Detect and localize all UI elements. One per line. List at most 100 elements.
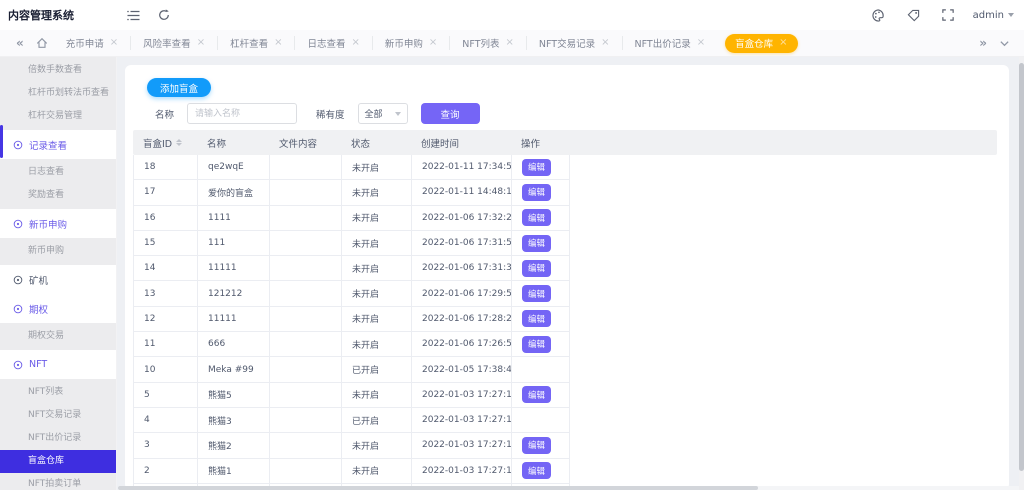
cell-id: 5	[134, 383, 198, 407]
topbar: 内容管理系统 admin	[0, 0, 1024, 30]
edit-button[interactable]: 编辑	[522, 437, 551, 454]
rarity-value: 全部	[365, 107, 383, 120]
sidebar-item[interactable]: 日志查看	[0, 161, 116, 184]
close-icon[interactable]: ×	[197, 38, 205, 48]
edit-button[interactable]: 编辑	[522, 310, 551, 327]
close-icon[interactable]: ×	[110, 38, 118, 48]
cell-id: 3	[134, 433, 198, 457]
tab-actions-icon[interactable]	[999, 38, 1010, 49]
sidebar-item-label: 记录查看	[29, 138, 67, 152]
sidebar-parent-item[interactable]: NFT	[0, 350, 116, 379]
column-header: 名称	[197, 136, 269, 150]
tab[interactable]: 杠杆查看×	[217, 36, 294, 50]
home-icon[interactable]	[36, 37, 48, 49]
theme-icon[interactable]	[872, 9, 885, 22]
sidebar-item[interactable]: 期权交易	[0, 325, 116, 348]
content: 添加盲盒 名称 稀有度 全部 查询 盲盒ID名称文件内容状态创建时间操作 18q…	[117, 57, 1024, 490]
sidebar-scrollbar[interactable]	[0, 125, 3, 158]
edit-button[interactable]: 编辑	[522, 462, 551, 479]
close-icon[interactable]: ×	[506, 38, 514, 48]
cell-time: 2022-01-03 17:27:12	[412, 433, 512, 457]
sidebar-item[interactable]: 杠杆币划转法币查看	[0, 82, 116, 105]
tab[interactable]: 盲盒仓库×	[725, 34, 797, 53]
rarity-select[interactable]: 全部	[358, 103, 408, 124]
name-input[interactable]	[187, 103, 297, 124]
edit-button[interactable]: 编辑	[522, 285, 551, 302]
column-label: 创建时间	[421, 136, 459, 150]
cell-actions: 编辑	[512, 281, 570, 305]
cell-name: 熊猫5	[198, 383, 270, 407]
refresh-icon[interactable]	[158, 9, 170, 21]
tab[interactable]: NFT列表×	[449, 36, 526, 50]
sidebar: 倍数手数查看杠杆币划转法币查看杠杆交易管理记录查看日志查看奖励查看新币申购新币申…	[0, 57, 117, 490]
cell-status: 已开启	[342, 357, 412, 381]
caret-down-icon	[1008, 13, 1014, 17]
sidebar-item[interactable]: 杠杆交易管理	[0, 105, 116, 128]
close-icon[interactable]: ×	[274, 38, 282, 48]
edit-button[interactable]: 编辑	[522, 386, 551, 403]
query-button[interactable]: 查询	[421, 103, 480, 124]
cell-status: 未开启	[342, 256, 412, 280]
cell-id: 4	[134, 408, 198, 432]
close-icon[interactable]: ×	[601, 38, 609, 48]
tag-icon[interactable]	[907, 9, 920, 22]
tab[interactable]: NFT出价记录×	[622, 36, 718, 50]
tab[interactable]: NFT交易记录×	[526, 36, 622, 50]
sidebar-item[interactable]: 倍数手数查看	[0, 59, 116, 82]
close-icon[interactable]: ×	[429, 38, 437, 48]
table-row: 3熊猫2未开启2022-01-03 17:27:12编辑	[133, 433, 570, 458]
cell-id: 2	[134, 459, 198, 483]
horizontal-scrollbar-thumb[interactable]	[118, 486, 758, 490]
horizontal-scrollbar[interactable]	[118, 486, 1024, 490]
scroll-tabs-right-icon[interactable]: »	[979, 36, 987, 50]
cell-time: 2022-01-11 17:34:50	[412, 155, 512, 179]
edit-button[interactable]: 编辑	[522, 235, 551, 252]
edit-button[interactable]: 编辑	[522, 260, 551, 277]
cell-actions: 编辑	[512, 206, 570, 230]
tab-label: 风险率查看	[143, 36, 191, 50]
sidebar-item[interactable]: 奖励查看	[0, 184, 116, 207]
table-row: 5熊猫5未开启2022-01-03 17:27:12编辑	[133, 383, 570, 408]
tab[interactable]: 风险率查看 ×	[130, 36, 217, 50]
sidebar-item[interactable]: NFT列表	[0, 381, 116, 404]
sidebar-parent-item[interactable]: 矿机	[0, 265, 116, 294]
edit-button[interactable]: 编辑	[522, 159, 551, 176]
edit-button[interactable]: 编辑	[522, 184, 551, 201]
sidebar-item[interactable]: 新币申购	[0, 240, 116, 263]
cell-id: 10	[134, 357, 198, 381]
vertical-scrollbar-thumb[interactable]	[1019, 63, 1024, 471]
table-row: 1411111未开启2022-01-06 17:31:36编辑	[133, 256, 570, 281]
tab[interactable]: 充币申请×	[54, 36, 130, 50]
tab[interactable]: 日志查看×	[294, 36, 371, 50]
sidebar-item-active[interactable]: 盲盒仓库	[0, 450, 116, 473]
sidebar-parent-item[interactable]: 记录查看	[0, 130, 116, 159]
caret-down-icon	[395, 112, 401, 116]
close-icon[interactable]: ×	[352, 38, 360, 48]
submenu-group: 日志查看奖励查看	[0, 159, 116, 209]
user-dropdown[interactable]: admin	[973, 10, 1014, 21]
vertical-scrollbar[interactable]	[1019, 57, 1024, 490]
cell-actions: 编辑	[512, 383, 570, 407]
sidebar-parent-item[interactable]: 新币申购	[0, 209, 116, 238]
cell-name: 熊猫1	[198, 459, 270, 483]
sidebar-parent-item[interactable]: 期权	[0, 294, 116, 323]
sort-icon[interactable]	[176, 139, 182, 146]
close-icon[interactable]: ×	[779, 38, 787, 48]
close-icon[interactable]: ×	[697, 38, 705, 48]
add-blindbox-button[interactable]: 添加盲盒	[147, 78, 211, 97]
column-label: 状态	[351, 136, 370, 150]
cell-time: 2022-01-03 17:27:12	[412, 383, 512, 407]
tab[interactable]: 新币申购×	[372, 36, 449, 50]
cell-file	[270, 256, 342, 280]
scroll-tabs-left-icon[interactable]: «	[16, 36, 24, 50]
fullscreen-icon[interactable]	[942, 9, 954, 21]
column-header[interactable]: 盲盒ID	[133, 136, 197, 150]
edit-button[interactable]: 编辑	[522, 209, 551, 226]
cell-file	[270, 408, 342, 432]
cell-file	[270, 206, 342, 230]
sidebar-item[interactable]: NFT交易记录	[0, 404, 116, 427]
menu-fold-icon[interactable]	[127, 10, 140, 21]
edit-button[interactable]: 编辑	[522, 336, 551, 353]
sidebar-item[interactable]: NFT拍卖订单	[0, 473, 116, 490]
sidebar-item[interactable]: NFT出价记录	[0, 427, 116, 450]
